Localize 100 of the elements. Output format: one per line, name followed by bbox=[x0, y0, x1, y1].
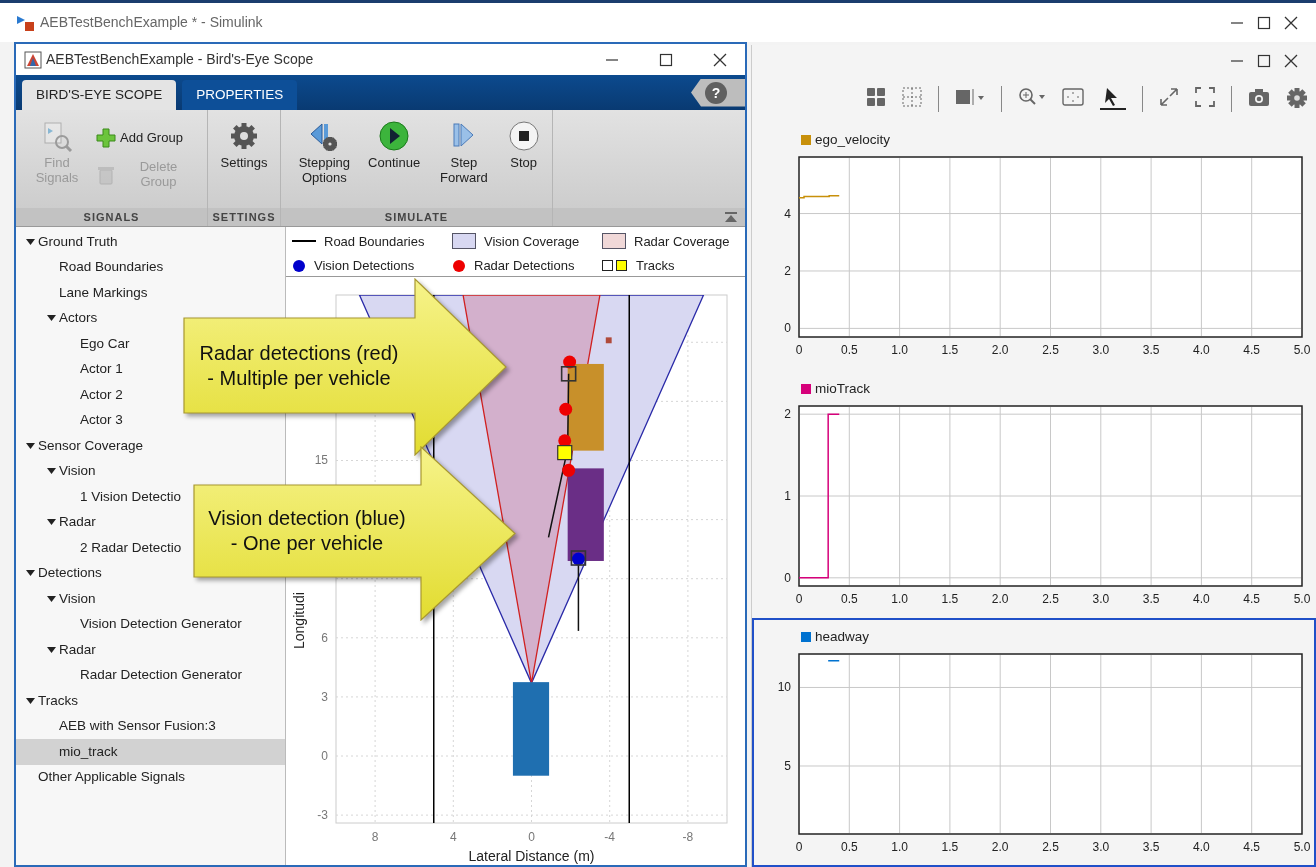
close-icon[interactable] bbox=[1284, 15, 1298, 30]
tree-item[interactable]: Radar Detection Generator bbox=[16, 662, 249, 688]
tree-item[interactable]: 1 Vision Detectio bbox=[16, 484, 188, 510]
caret-icon[interactable] bbox=[45, 466, 59, 477]
tick-label: 0 bbox=[795, 840, 803, 855]
tree-item[interactable]: Sensor Coverage bbox=[16, 433, 150, 459]
tree-item[interactable]: Radar bbox=[16, 637, 102, 663]
tree-item[interactable]: 2 Radar Detectio bbox=[16, 535, 188, 561]
legend-label: Vision Coverage bbox=[484, 232, 580, 251]
pointer-icon[interactable] bbox=[1100, 86, 1126, 111]
toolstrip-button[interactable]: Stop bbox=[503, 118, 544, 173]
tick-label: 1.0 bbox=[891, 840, 908, 855]
toolstrip-button[interactable]: Step Forward bbox=[428, 118, 499, 188]
tick-label: 3.0 bbox=[1092, 343, 1110, 357]
tick-label: 0 bbox=[321, 749, 328, 763]
tree-item[interactable]: Other Applicable Signals bbox=[16, 764, 192, 790]
tick-label: 3.5 bbox=[1142, 343, 1160, 357]
scope-panel[interactable]: headway 0 0.5 1.0 1.5 2.0 2.5 3.0 3.5 4.0 4.5 5.0 5 10 bbox=[752, 618, 1316, 867]
tree-item[interactable]: Road Boundaries bbox=[16, 254, 170, 280]
tick-label: 1.5 bbox=[941, 343, 959, 357]
scope-panel[interactable]: mioTrack 0 0.5 1.0 1.5 2.0 2.5 3.0 3.5 4.0 4.5 5.0 0 1 2 bbox=[752, 369, 1316, 619]
tick-label: 1.5 bbox=[941, 840, 959, 855]
scope-panel[interactable]: ego_velocity 0 0.5 1.0 1.5 2.0 2.5 3.0 3.5 4.0 4.5 5.0 0 2 4 bbox=[752, 121, 1316, 370]
collapse-icon[interactable] bbox=[725, 212, 737, 222]
tick-label: 0 bbox=[784, 570, 791, 585]
tick-label: 5.0 bbox=[1293, 343, 1311, 357]
toolstrip-button[interactable]: Continue bbox=[364, 118, 425, 173]
caret-icon[interactable] bbox=[24, 440, 38, 451]
tree-item[interactable]: AEB with Sensor Fusion:3 bbox=[16, 713, 222, 739]
tick-label: 2.0 bbox=[991, 591, 1009, 606]
legend-label: ego_velocity bbox=[815, 130, 891, 149]
signal-line bbox=[827, 660, 840, 662]
tree-item[interactable]: Vision bbox=[16, 458, 102, 484]
tree-item[interactable]: mio_track bbox=[16, 739, 285, 765]
tick-label: 0 bbox=[784, 321, 791, 336]
stop-icon bbox=[507, 120, 540, 152]
tree-item[interactable]: Tracks bbox=[16, 688, 84, 714]
axis-label: Lateral Distance (m) bbox=[468, 848, 595, 864]
tick-label: 0 bbox=[795, 343, 803, 357]
caret-icon[interactable] bbox=[45, 644, 59, 655]
tree-item[interactable]: Actor 1 bbox=[16, 356, 129, 382]
tab[interactable]: BIRD'S-EYE SCOPE bbox=[22, 80, 177, 110]
tick-label: 1.0 bbox=[891, 343, 908, 357]
caret-icon[interactable] bbox=[24, 568, 38, 579]
tick-label: 15 bbox=[314, 453, 328, 468]
simulink-icon bbox=[16, 13, 36, 32]
tree-item[interactable]: Radar bbox=[16, 509, 102, 535]
close-icon[interactable] bbox=[1284, 53, 1298, 68]
caret-icon[interactable] bbox=[45, 593, 59, 604]
help-button[interactable]: ? bbox=[705, 81, 727, 104]
tick-label: 2.5 bbox=[1042, 840, 1059, 855]
callout-text: Radar detections (red) - Multiple per vehicle bbox=[198, 340, 400, 391]
tree-item[interactable]: Detections bbox=[16, 560, 108, 586]
tick-label: 5 bbox=[784, 759, 791, 774]
callout-text: Vision detection (blue) - One per vehicle bbox=[207, 506, 407, 556]
group-label: SETTINGS bbox=[208, 208, 280, 226]
tick-label: 5.0 bbox=[1293, 591, 1311, 606]
tick-label: 4.5 bbox=[1243, 343, 1261, 357]
tick-label: 8 bbox=[371, 830, 379, 844]
tick-label: 4 bbox=[784, 206, 791, 221]
toolstrip-button[interactable]: Stepping Options bbox=[289, 118, 360, 188]
close-icon[interactable] bbox=[713, 52, 727, 67]
tree-item[interactable]: Vision bbox=[16, 586, 102, 612]
tree-item[interactable]: Ground Truth bbox=[16, 229, 124, 255]
tree-item[interactable]: Actor 3 bbox=[16, 407, 129, 433]
tick-label: 4 bbox=[449, 830, 457, 844]
find-signals-icon bbox=[41, 120, 73, 152]
tree-item[interactable]: Lane Markings bbox=[16, 280, 154, 306]
maximize-icon[interactable] bbox=[1257, 15, 1271, 30]
maximize-icon[interactable] bbox=[659, 52, 673, 67]
legend-label: Radar Coverage bbox=[634, 232, 730, 251]
toolstrip-button[interactable]: Settings bbox=[216, 118, 272, 173]
tab[interactable]: PROPERTIES bbox=[182, 80, 298, 110]
tick-label: 4.0 bbox=[1193, 840, 1210, 855]
tree-item[interactable]: Actor 2 bbox=[16, 382, 129, 408]
window-title: AEBTestBenchExample - Bird's-Eye Scope bbox=[46, 50, 314, 69]
tree-item[interactable]: Ego Car bbox=[16, 331, 136, 357]
group-label: SIMULATE bbox=[281, 208, 552, 226]
legend-label: Road Boundaries bbox=[324, 232, 425, 251]
settings-icon[interactable] bbox=[1286, 86, 1308, 111]
tick-label: 5.0 bbox=[1293, 840, 1311, 855]
tick-label: 3.5 bbox=[1142, 840, 1160, 855]
caret-icon[interactable] bbox=[24, 695, 38, 706]
settings-icon bbox=[228, 120, 260, 152]
tick-label: 2 bbox=[784, 406, 791, 421]
caret-icon[interactable] bbox=[24, 236, 38, 247]
tree-item[interactable]: Actors bbox=[16, 305, 104, 331]
maximize-icon[interactable] bbox=[1257, 53, 1271, 68]
tick-label: 1.5 bbox=[941, 591, 959, 606]
axis-label: Longitudi bbox=[291, 592, 307, 649]
caret-icon[interactable] bbox=[45, 313, 59, 324]
tick-label: 3.0 bbox=[1092, 840, 1110, 855]
toolstrip-button[interactable]: Add Group bbox=[92, 126, 201, 150]
tick-label: 4.5 bbox=[1243, 591, 1261, 606]
legend-label: Vision Detections bbox=[314, 257, 415, 275]
caret-icon[interactable] bbox=[45, 517, 59, 528]
tree-item[interactable]: Vision Detection Generator bbox=[16, 611, 248, 637]
tick-label: 4.0 bbox=[1193, 343, 1210, 357]
tick-label: 2.5 bbox=[1042, 343, 1059, 357]
tick-label: -4 bbox=[604, 830, 616, 844]
